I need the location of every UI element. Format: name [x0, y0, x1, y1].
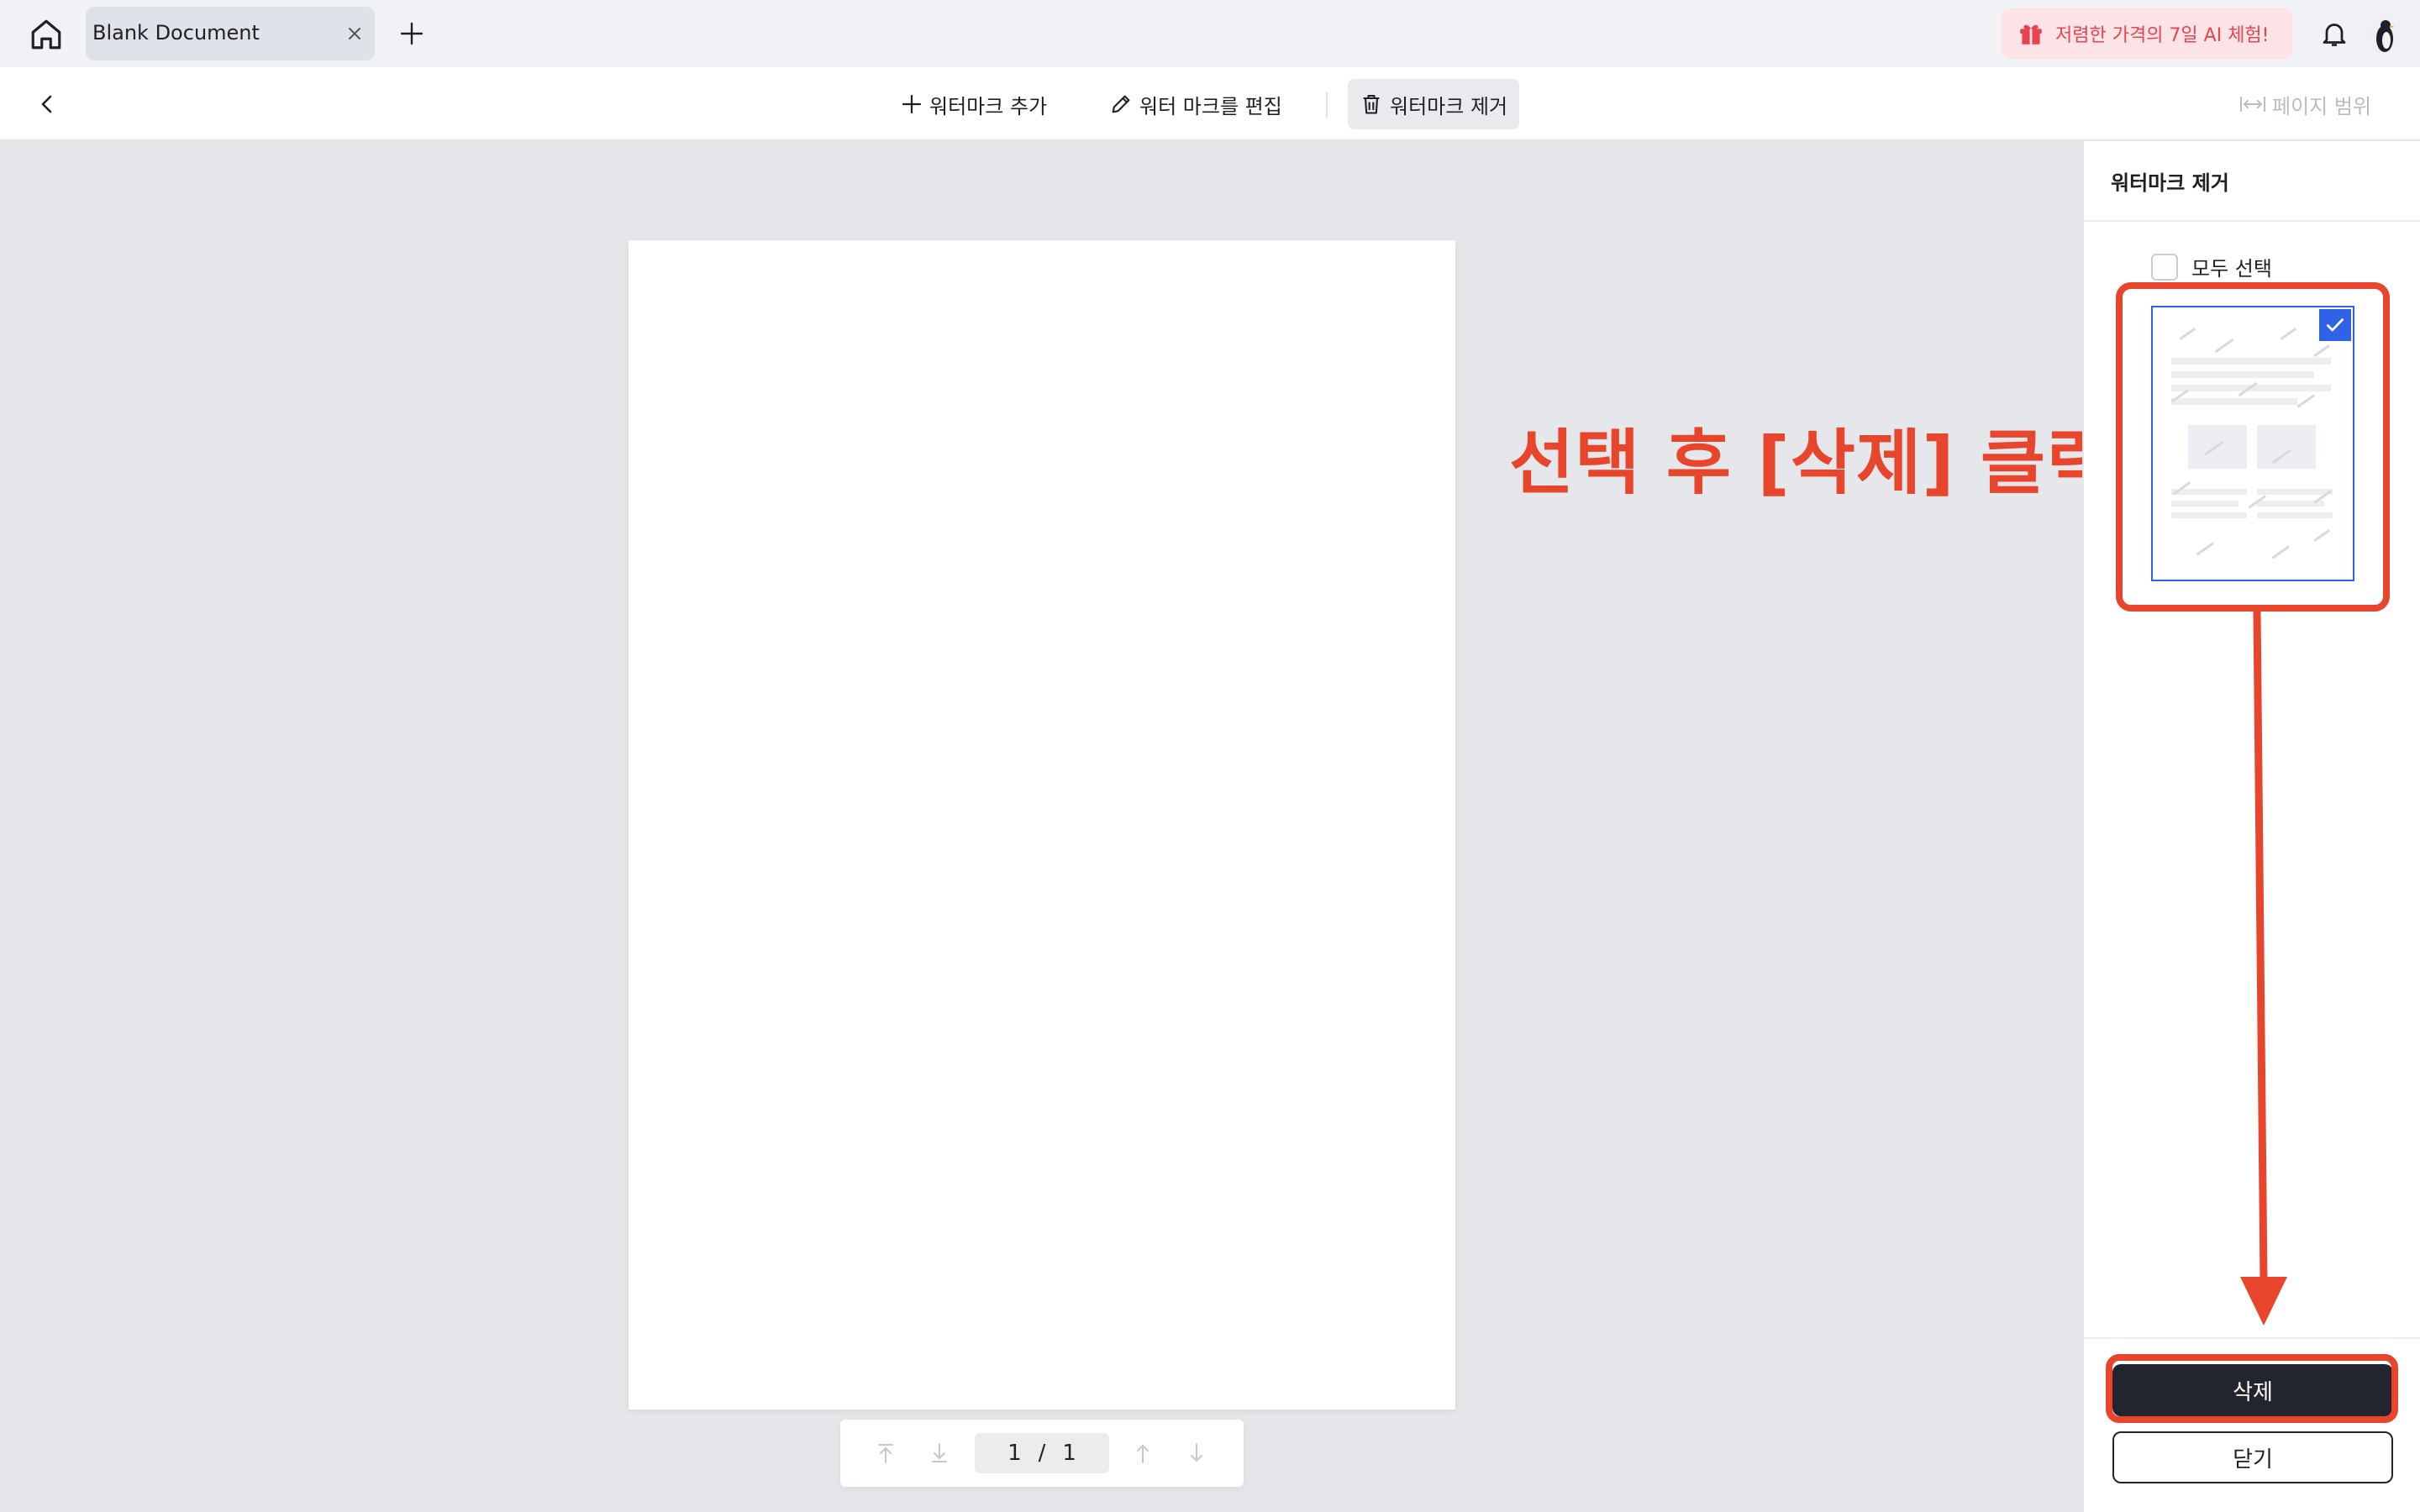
- document-canvas: 1 / 1: [0, 141, 2082, 1512]
- thumbnail-preview: [2170, 327, 2333, 559]
- first-page-button[interactable]: [872, 1440, 899, 1467]
- panel-title: 워터마크 제거: [2111, 171, 2229, 195]
- document-page[interactable]: [629, 240, 1455, 1410]
- back-button[interactable]: [30, 87, 64, 121]
- current-page: 1: [1007, 1441, 1022, 1466]
- new-tab-button[interactable]: [395, 17, 429, 50]
- panel-divider: [2084, 220, 2420, 222]
- chevron-left-icon: [41, 95, 52, 113]
- pencil-icon: [1112, 95, 1130, 113]
- gift-icon: [2020, 24, 2042, 45]
- add-watermark-label: 워터마크 추가: [929, 94, 1048, 118]
- home-icon: [31, 19, 61, 50]
- plus-icon: [902, 94, 922, 114]
- remove-watermark-button[interactable]: 워터마크 제거: [1348, 79, 1520, 129]
- select-all-control[interactable]: 모두 선택: [2151, 252, 2272, 281]
- page-indicator[interactable]: 1 / 1: [975, 1433, 1109, 1473]
- thumbnail-checkbox[interactable]: [2319, 309, 2351, 341]
- panel-footer-divider: [2084, 1337, 2420, 1339]
- page-thumbnail[interactable]: [2151, 306, 2354, 581]
- tab-bar: Blank Document 저렴한 가격의 7일 AI 체험!: [0, 0, 2420, 67]
- next-page-button[interactable]: [1183, 1440, 1210, 1467]
- page-range-button[interactable]: 페이지 범위: [2238, 79, 2371, 129]
- notifications-button[interactable]: [2316, 15, 2353, 52]
- home-button[interactable]: [27, 15, 66, 54]
- plus-icon: [400, 22, 424, 45]
- promo-banner[interactable]: 저렴한 가격의 7일 AI 체험!: [2002, 8, 2292, 59]
- remove-watermark-panel: 워터마크 제거 모두 선택 삭제 닫기: [2082, 141, 2420, 1512]
- document-tab[interactable]: Blank Document: [86, 7, 375, 60]
- close-icon: [349, 28, 360, 39]
- close-panel-button[interactable]: 닫기: [2112, 1431, 2393, 1483]
- penguin-avatar-icon: [2376, 20, 2395, 52]
- page-range-label: 페이지 범위: [2272, 94, 2372, 118]
- edit-watermark-button[interactable]: 워터 마크를 편집: [1097, 79, 1294, 129]
- promo-text: 저렴한 가격의 7일 AI 체험!: [2055, 25, 2270, 46]
- check-icon: [2326, 318, 2344, 332]
- remove-watermark-label: 워터마크 제거: [1390, 94, 1508, 118]
- toolbar-divider: [1326, 92, 1328, 118]
- arrow-down-icon: [1191, 1443, 1202, 1462]
- delete-button[interactable]: 삭제: [2112, 1364, 2393, 1416]
- edit-watermark-label: 워터 마크를 편집: [1139, 94, 1282, 118]
- total-pages: 1: [1062, 1441, 1076, 1466]
- annotation-instruction: 선택 후 [삭제] 클릭: [1509, 422, 2112, 504]
- add-watermark-button[interactable]: 워터마크 추가: [889, 79, 1059, 129]
- page-separator: /: [1038, 1441, 1046, 1466]
- page-navigator: 1 / 1: [840, 1420, 1244, 1487]
- page-range-icon: [2240, 97, 2265, 112]
- arrow-up-icon: [1137, 1444, 1149, 1463]
- bell-icon: [2323, 24, 2346, 46]
- last-page-button[interactable]: [926, 1440, 953, 1467]
- tab-title: Blank Document: [92, 21, 260, 45]
- arrow-to-bottom-icon: [932, 1443, 947, 1462]
- select-all-label: 모두 선택: [2191, 257, 2272, 281]
- avatar[interactable]: [2365, 13, 2405, 54]
- trash-icon: [1363, 95, 1380, 114]
- toolbar: 워터마크 추가 워터 마크를 편집 워터마크 제거 페이지 범위: [0, 67, 2420, 141]
- tab-close-button[interactable]: [345, 24, 365, 44]
- select-all-checkbox[interactable]: [2151, 253, 2178, 281]
- previous-page-button[interactable]: [1129, 1440, 1156, 1467]
- arrow-to-top-icon: [878, 1444, 893, 1463]
